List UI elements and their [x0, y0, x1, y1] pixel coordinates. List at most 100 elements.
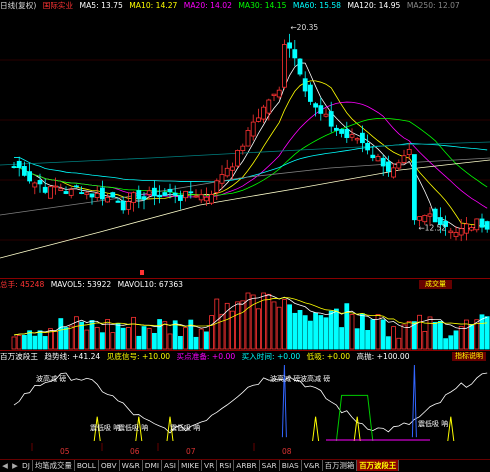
tab-dmi[interactable]: DMI: [143, 460, 163, 471]
volume-bar: [307, 320, 313, 350]
price-chart-panel[interactable]: ←20.35 ←12.52 日线(复权) 国际实业 MA5: 13.75 MA10…: [0, 0, 490, 279]
candle-body: [235, 150, 241, 167]
indicator-annotation: 震低吸 呐: [118, 423, 148, 432]
volume-bar: [177, 336, 183, 350]
tab-sar[interactable]: SAR: [260, 460, 280, 471]
candle-body: [105, 197, 110, 203]
tab-scroll-left-button[interactable]: ◀: [0, 460, 10, 471]
indicator-annotation: 震低吸 呐: [418, 419, 448, 428]
price-low-label: ←12.52: [418, 223, 446, 232]
candle-body: [287, 42, 293, 49]
volume-bar: [385, 336, 391, 350]
tab-bias[interactable]: BIAS: [280, 460, 302, 471]
candle-body: [349, 134, 355, 138]
period-label[interactable]: 日线(复权): [0, 1, 36, 10]
volume-bar: [120, 327, 126, 350]
tab-arbr[interactable]: ARBR: [234, 460, 260, 471]
volume-bar: [359, 313, 365, 350]
tab-obv[interactable]: OBV: [99, 460, 120, 471]
indicator-annotation: 波高减 磅: [300, 374, 330, 383]
price-high-label: ←20.35: [290, 23, 318, 32]
candle-body: [359, 132, 365, 144]
candle-body: [89, 193, 95, 198]
volume-bar: [261, 292, 267, 350]
candle-body: [401, 155, 407, 163]
volume-bar: [281, 299, 287, 350]
indicator-explain-button[interactable]: 指标说明: [452, 352, 486, 361]
volume-bar: [328, 310, 334, 350]
tab-rsi[interactable]: RSI: [217, 460, 235, 471]
volume-bar: [318, 315, 324, 350]
volume-bar: [458, 325, 464, 350]
volume-bar: [370, 319, 376, 350]
candle-body: [370, 154, 376, 159]
tab-百万波段王[interactable]: 百万波段王: [357, 460, 400, 471]
candle-body: [94, 193, 100, 199]
candle-body: [16, 160, 22, 168]
candle-body: [79, 192, 84, 194]
volume-bar: [406, 320, 412, 350]
tab-均笔成交量[interactable]: 均笔成交量: [33, 460, 75, 471]
tab-w-r[interactable]: W&R: [120, 460, 143, 471]
candle-body: [391, 167, 397, 178]
volume-bar: [126, 327, 131, 350]
volume-header: 总手: 45248 MAVOL5: 53922 MAVOL10: 67363: [0, 279, 187, 290]
volume-bar: [339, 327, 345, 350]
volume-bar: [391, 326, 397, 350]
candle-body: [339, 129, 345, 134]
candle-body: [484, 221, 490, 230]
low-buy-label: 低吸: +0.00: [306, 352, 351, 361]
candle-body: [131, 192, 137, 203]
volume-bar: [167, 333, 173, 350]
tab-mike[interactable]: MIKE: [179, 460, 203, 471]
volume-bar: [21, 334, 27, 350]
ma250-label: MA250: 12.07: [406, 1, 460, 10]
candlestick-chart[interactable]: ←20.35 ←12.52: [0, 0, 490, 278]
volume-bar: [146, 328, 152, 350]
indicator-panel[interactable]: 05 06 07 08 波高减 磅波高减 磅波高减 磅震低吸 呐震低吸 呐震低吸 呐震低…: [0, 351, 490, 459]
volume-bar: [427, 316, 433, 350]
candle-body: [448, 230, 454, 234]
candle-body: [474, 218, 480, 231]
candle-body: [417, 216, 423, 221]
stock-name: 国际实业: [42, 1, 74, 10]
candle-body: [126, 201, 131, 210]
candle-body: [177, 194, 183, 201]
candle-body: [183, 190, 189, 199]
tab-百万测箱[interactable]: 百万测箱: [323, 460, 358, 471]
volume-bar: [271, 301, 277, 350]
volume-panel[interactable]: 总手: 45248 MAVOL5: 53922 MAVOL10: 67363 成…: [0, 279, 490, 351]
candle-body: [162, 192, 168, 196]
indicator-chart[interactable]: 05 06 07 08波高减 磅波高减 磅波高减 磅震低吸 呐震低吸 呐震低吸 呐震低…: [0, 351, 490, 459]
volume-bar: [292, 312, 298, 350]
candle-body: [224, 167, 230, 177]
volume-bar: [209, 315, 215, 350]
candle-body: [115, 200, 121, 203]
volume-bar: [255, 308, 261, 350]
candle-body: [307, 84, 313, 102]
volume-indicator-button[interactable]: 成交量: [419, 280, 452, 289]
volume-bar: [63, 327, 69, 350]
candle-body: [380, 157, 386, 167]
volume-bar: [162, 321, 168, 350]
month-label: 05: [60, 447, 70, 456]
volume-bar: [448, 335, 454, 350]
bottom-signal-spike: [312, 416, 320, 442]
candle-body: [203, 196, 209, 202]
volume-bar: [323, 317, 329, 350]
tab-dj[interactable]: DJ: [20, 460, 33, 471]
candle-body: [266, 99, 272, 114]
indicator-annotation: 震低吸 呐: [90, 423, 120, 432]
volume-bar: [219, 313, 225, 350]
tab-vr[interactable]: VR: [202, 460, 218, 471]
candle-body: [406, 148, 412, 156]
tab-scroll-right-button[interactable]: ▶: [10, 460, 20, 471]
candle-body: [333, 127, 339, 131]
candle-body: [240, 145, 246, 152]
volume-bar: [276, 306, 282, 350]
tab-asi[interactable]: ASI: [162, 460, 179, 471]
volume-bar: [297, 310, 303, 350]
tab-v-r[interactable]: V&R: [302, 460, 323, 471]
tab-boll[interactable]: BOLL: [75, 460, 99, 471]
candle-body: [48, 186, 53, 199]
